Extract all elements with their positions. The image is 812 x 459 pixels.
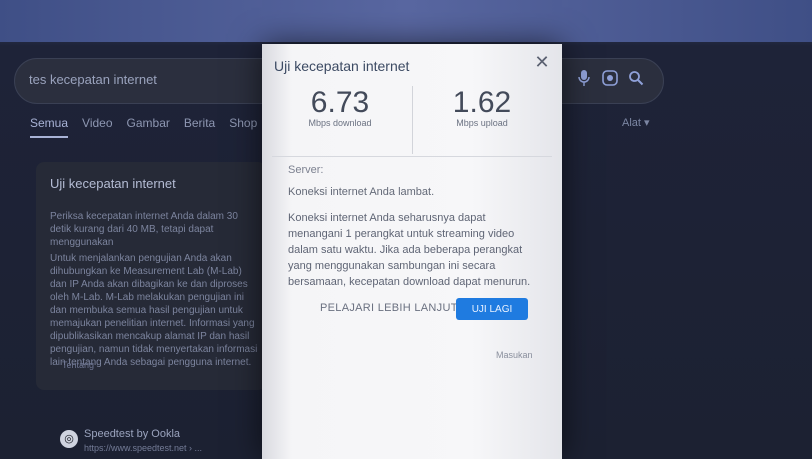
tools-label: Alat [622, 117, 641, 129]
tab-shopping[interactable]: Shop [229, 116, 257, 138]
search-tabs: Semua Video Gambar Berita Shop [30, 116, 257, 138]
upload-unit: Mbps upload [456, 118, 508, 128]
tab-images[interactable]: Gambar [127, 116, 170, 138]
download-unit: Mbps download [308, 118, 372, 128]
result-url: https://www.speedtest.net › ... [84, 443, 203, 453]
retry-button[interactable]: UJI LAGI [456, 298, 528, 320]
feedback-link[interactable]: Masukan [496, 350, 533, 360]
close-icon[interactable]: ✕ [532, 52, 552, 72]
connection-status: Koneksi internet Anda lambat. [288, 186, 435, 198]
tab-news[interactable]: Berita [184, 116, 215, 138]
result-title[interactable]: Speedtest by Ookla [84, 428, 180, 440]
download-value: 6.73 [310, 86, 370, 119]
section-divider [272, 156, 552, 157]
metrics-divider [412, 86, 413, 154]
learn-more-button[interactable]: PELAJARI LEBIH LANJUT [320, 302, 458, 314]
tab-video[interactable]: Video [82, 116, 112, 138]
lens-icon[interactable] [601, 70, 619, 88]
monitor-top-band [0, 0, 812, 42]
search-icon[interactable] [627, 70, 645, 88]
download-metric: 6.73 Mbps download [270, 86, 410, 128]
microphone-icon[interactable] [575, 70, 593, 88]
upload-metric: 1.62 Mbps upload [412, 86, 552, 128]
tools-button[interactable]: Alat ▾ [622, 116, 650, 129]
search-input[interactable]: tes kecepatan internet [29, 72, 157, 87]
about-link[interactable]: Tentang [62, 360, 94, 370]
speedtest-dialog: Uji kecepatan internet ✕ 6.73 Mbps downl… [262, 44, 562, 459]
tab-all[interactable]: Semua [30, 116, 69, 138]
speedtest-card: Uji kecepatan internet Periksa kecepatan… [36, 162, 266, 390]
ookla-logo-icon: ◎ [60, 430, 78, 448]
server-label: Server: [288, 164, 324, 176]
card-disclaimer: Untuk menjalankan pengujian Anda akan di… [50, 253, 258, 368]
connection-description: Koneksi internet Anda seharusnya dapat m… [288, 212, 531, 288]
dialog-title: Uji kecepatan internet [274, 58, 410, 74]
card-title: Uji kecepatan internet [50, 176, 176, 191]
card-description: Periksa kecepatan internet Anda dalam 30… [50, 211, 238, 248]
upload-value: 1.62 [452, 86, 512, 119]
